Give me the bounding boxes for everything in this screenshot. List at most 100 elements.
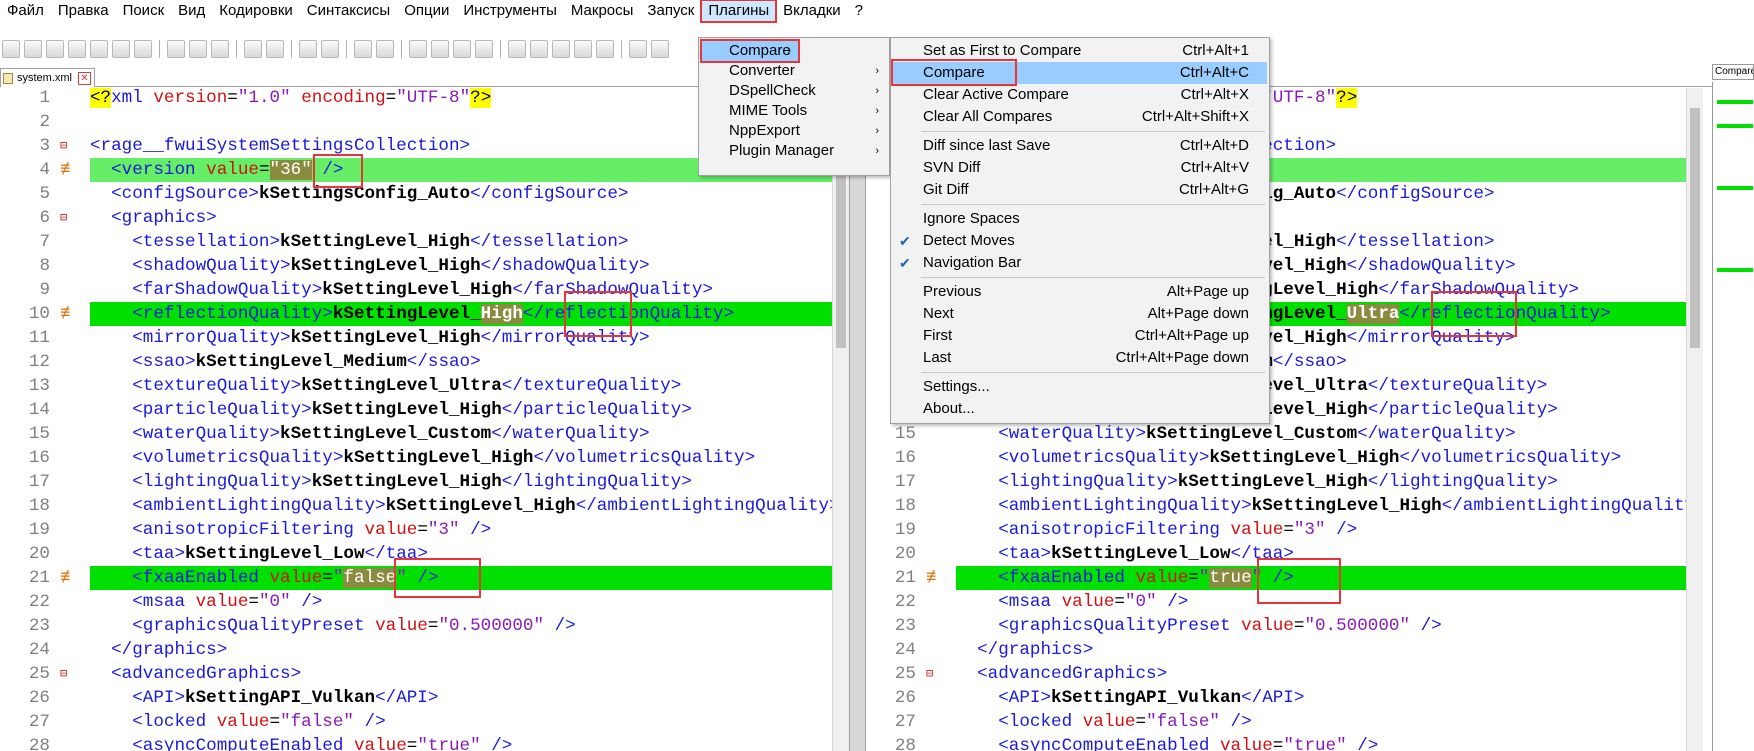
record-macro-icon[interactable] [629,40,647,58]
code-line[interactable]: 12 <ssao>kSettingLevel_Medium</ssao> [0,350,832,374]
save-all-icon[interactable] [68,40,86,58]
redo-icon[interactable] [266,40,284,58]
code-line[interactable]: 25 ⊟ <advancedGraphics> [0,662,832,686]
folder-icon[interactable] [574,40,592,58]
compare-menu-item[interactable]: Last Ctrl+Alt+Page down [893,347,1267,369]
left-scrollbar[interactable] [832,88,849,751]
view-splitter[interactable] [849,88,866,751]
paste-icon[interactable] [211,40,229,58]
code-line[interactable]: 6 ⊟ <graphics> [0,206,832,230]
code-line[interactable]: 19 <anisotropicFiltering value="3" /> [866,518,1686,542]
compare-menu-item[interactable]: Set as First to Compare Ctrl+Alt+1 [893,40,1267,62]
stop-macro-icon[interactable] [651,40,669,58]
menu-item-4[interactable]: Кодировки [212,0,299,22]
show-all-icon[interactable] [475,40,493,58]
monitor-icon[interactable] [596,40,614,58]
menu-item-1[interactable]: Правка [51,0,116,22]
function-list-icon[interactable] [552,40,570,58]
plugins-menu-item[interactable]: NppExport › [701,120,887,142]
fold-icon[interactable]: ⊟ [60,134,72,158]
scroll-thumb[interactable] [1690,108,1700,348]
menu-item-0[interactable]: Файл [0,0,51,22]
code-line[interactable]: 17 <lightingQuality>kSettingLevel_High</… [866,470,1686,494]
menu-item-6[interactable]: Опции [397,0,456,22]
compare-menu-item[interactable]: Git Diff Ctrl+Alt+G [893,179,1267,201]
code-line[interactable]: 20 <taa>kSettingLevel_Low</taa> [866,542,1686,566]
code-line[interactable]: 21 ≢ <fxaaEnabled value="false" /> [0,566,832,590]
code-line[interactable]: 22 <msaa value="0" /> [0,590,832,614]
fold-icon[interactable]: ⊟ [926,662,938,686]
code-line[interactable]: 25 ⊟ <advancedGraphics> [866,662,1686,686]
code-line[interactable]: 10 ≢ <reflectionQuality>kSettingLevel_Hig… [0,302,832,326]
word-wrap-icon[interactable] [453,40,471,58]
compare-menu-item[interactable]: Next Alt+Page down [893,303,1267,325]
menu-item-5[interactable]: Синтаксисы [300,0,397,22]
menu-item-8[interactable]: Макросы [564,0,641,22]
code-line[interactable]: 23 <graphicsQualityPreset value="0.50000… [866,614,1686,638]
cut-icon[interactable] [167,40,185,58]
close-all-icon[interactable] [112,40,130,58]
code-line[interactable]: 11 <mirrorQuality>kSettingLevel_High</mi… [0,326,832,350]
code-line[interactable]: 28 <asyncComputeEnabled value="true" /> [866,734,1686,751]
menu-item-11[interactable]: Вкладки [776,0,848,22]
compare-menu-item[interactable]: First Ctrl+Alt+Page up [893,325,1267,347]
new-file-icon[interactable] [2,40,20,58]
plugins-menu-item[interactable]: Plugin Manager › [701,140,887,162]
plugins-menu-item[interactable]: Compare › [700,39,800,63]
code-line[interactable]: 24 </graphics> [0,638,832,662]
menu-item-7[interactable]: Инструменты [456,0,564,22]
menu-item-3[interactable]: Вид [171,0,212,22]
compare-menu-item[interactable]: Clear All Compares Ctrl+Alt+Shift+X [893,106,1267,128]
plugins-menu-item[interactable]: DSpellCheck › [701,80,887,102]
code-line[interactable]: 14 <particleQuality>kSettingLevel_High</… [0,398,832,422]
code-line[interactable]: 26 <API>kSettingAPI_Vulkan</API> [0,686,832,710]
code-line[interactable]: 15 <waterQuality>kSettingLevel_Custom</w… [866,422,1686,446]
code-line[interactable]: 26 <API>kSettingAPI_Vulkan</API> [866,686,1686,710]
plugins-menu-item[interactable]: MIME Tools › [701,100,887,122]
code-line[interactable]: 5 <configSource>kSettingsConfig_Auto</co… [0,182,832,206]
code-line[interactable]: 16 <volumetricsQuality>kSettingLevel_Hig… [0,446,832,470]
undo-icon[interactable] [244,40,262,58]
code-line[interactable]: 27 <locked value="false" /> [0,710,832,734]
compare-menu-item[interactable]: Diff since last Save Ctrl+Alt+D [893,135,1267,157]
compare-menu-item[interactable]: SVN Diff Ctrl+Alt+V [893,157,1267,179]
code-line[interactable]: 13 <textureQuality>kSettingLevel_Ultra</… [0,374,832,398]
zoom-in-icon[interactable] [354,40,372,58]
compare-menu-item[interactable]: About... [893,398,1267,420]
compare-menu-item[interactable]: ✔ Detect Moves [893,230,1267,252]
fold-icon[interactable]: ⊟ [60,662,72,686]
save-icon[interactable] [46,40,64,58]
code-line[interactable]: 15 <waterQuality>kSettingLevel_Custom</w… [0,422,832,446]
code-line[interactable]: 19 <anisotropicFiltering value="3" /> [0,518,832,542]
sync-horizontal-icon[interactable] [431,40,449,58]
code-line[interactable]: 18 <ambientLightingQuality>kSettingLevel… [0,494,832,518]
right-scrollbar[interactable] [1686,88,1703,751]
doc-map-icon[interactable] [530,40,548,58]
copy-icon[interactable] [189,40,207,58]
close-icon[interactable] [90,40,108,58]
find-icon[interactable] [299,40,317,58]
code-line[interactable]: 18 <ambientLightingQuality>kSettingLevel… [866,494,1686,518]
left-editor[interactable]: 1 <?xml version="1.0" encoding="UTF-8"?> 2… [0,88,832,751]
compare-menu-item[interactable]: ✔ Navigation Bar [893,252,1267,274]
zoom-out-icon[interactable] [376,40,394,58]
compare-menu-item[interactable]: Settings... [893,376,1267,398]
print-icon[interactable] [134,40,152,58]
fold-icon[interactable]: ⊟ [60,206,72,230]
code-line[interactable]: 21 ≢ <fxaaEnabled value="true" /> [866,566,1686,590]
menu-item-10[interactable]: Плагины [700,0,778,23]
menu-item-9[interactable]: Запуск [640,0,701,22]
code-line[interactable]: 24 </graphics> [866,638,1686,662]
navigation-bar[interactable] [1712,82,1754,751]
code-line[interactable]: 17 <lightingQuality>kSettingLevel_High</… [0,470,832,494]
code-line[interactable]: 23 <graphicsQualityPreset value="0.50000… [0,614,832,638]
replace-icon[interactable] [321,40,339,58]
tab-system-xml[interactable]: system.xml ✕ [0,68,95,87]
compare-menu-item[interactable]: Previous Alt+Page up [893,281,1267,303]
menu-item-12[interactable]: ? [848,0,870,22]
open-file-icon[interactable] [24,40,42,58]
code-line[interactable]: 28 <asyncComputeEnabled value="true" /> [0,734,832,751]
compare-menu-item[interactable]: Clear Active Compare Ctrl+Alt+X [893,84,1267,106]
code-line[interactable]: 16 <volumetricsQuality>kSettingLevel_Hig… [866,446,1686,470]
indent-guide-icon[interactable] [508,40,526,58]
